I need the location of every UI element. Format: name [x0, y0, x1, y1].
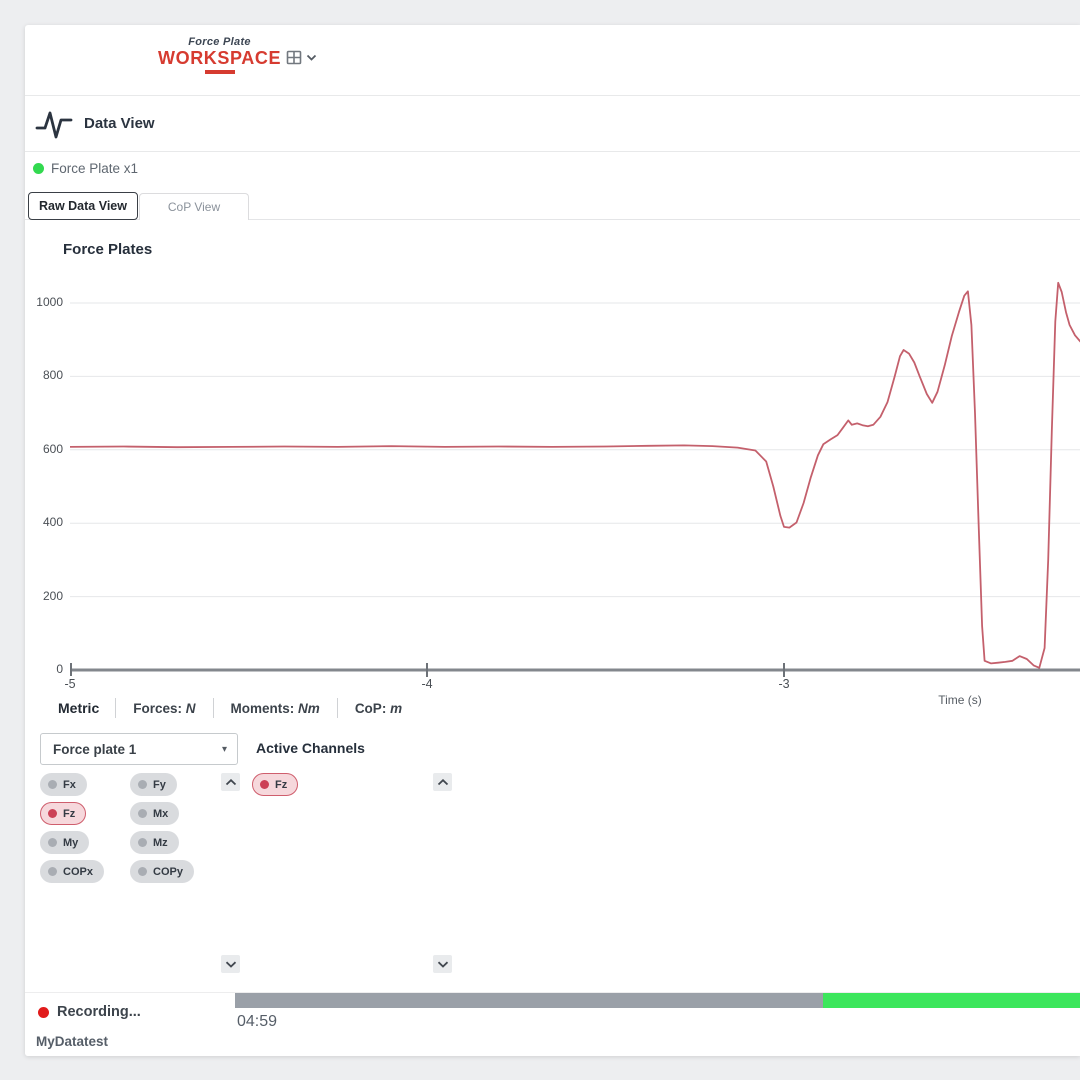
channel-dot-icon — [48, 838, 57, 847]
x-tick-label: -3 — [764, 677, 804, 691]
channel-dot-icon — [48, 780, 57, 789]
recording-label: Recording... — [57, 1004, 141, 1020]
channel-dot-icon — [138, 809, 147, 818]
channel-chip-label: COPx — [63, 866, 93, 878]
metric-cop: CoP: m — [338, 701, 419, 716]
channel-chip-label: Mx — [153, 808, 168, 820]
channel-dot-icon — [48, 867, 57, 876]
view-tabs: Raw Data View CoP View — [28, 192, 249, 220]
metric-moments: Moments: Nm — [214, 701, 337, 716]
app-logo: Force Plate WORKSPACE — [158, 36, 317, 74]
logo-title: WORKSPACE — [158, 48, 281, 68]
channel-chip-copx[interactable]: COPx — [40, 860, 104, 883]
metric-bar-title: Metric — [55, 700, 115, 716]
y-tick-label: 200 — [29, 589, 63, 603]
app-window: Force Plate WORKSPACE Data View — [25, 25, 1080, 1056]
recording-time: 04:59 — [237, 1013, 277, 1031]
x-tick-label: -4 — [407, 677, 447, 691]
recording-dot-icon — [38, 1007, 49, 1018]
active-channels-scroll-up-button[interactable] — [433, 773, 452, 791]
channel-chip-fx[interactable]: Fx — [40, 773, 87, 796]
progress-remaining — [823, 993, 1080, 1008]
y-tick-label: 1000 — [29, 295, 63, 309]
channels-scroll-up-button[interactable] — [221, 773, 240, 791]
channel-list: Fx Fy Fz Mx My Mz COPx COPy — [40, 773, 194, 889]
progress-elapsed — [235, 993, 823, 1008]
active-channels-scroll-down-button[interactable] — [433, 955, 452, 973]
status-dot-icon — [33, 163, 44, 174]
dataset-name: MyDatatest — [36, 1034, 108, 1049]
active-channels-title: Active Channels — [256, 740, 365, 756]
force-plate-select-value: Force plate 1 — [53, 742, 222, 757]
channel-chip-fz[interactable]: Fz — [40, 802, 86, 825]
channel-chip-label: Fy — [153, 779, 166, 791]
device-status: Force Plate x1 — [33, 156, 138, 180]
x-tick-label: -5 — [50, 677, 90, 691]
channel-chip-label: Fz — [275, 779, 287, 791]
dataview-bar: Data View — [25, 96, 1080, 152]
force-plate-select[interactable]: Force plate 1 ▾ — [40, 733, 238, 765]
page-title: Data View — [84, 115, 155, 132]
channel-chip-label: Fz — [63, 808, 75, 820]
pulse-waveform-icon — [33, 104, 75, 144]
logo-underline — [205, 70, 235, 74]
channels-scroll-down-button[interactable] — [221, 955, 240, 973]
channel-dot-icon — [138, 780, 147, 789]
tab-cop-view[interactable]: CoP View — [139, 193, 249, 220]
recording-progress — [235, 993, 1080, 1008]
select-caret-icon: ▾ — [222, 744, 227, 755]
chart-title: Force Plates — [63, 241, 152, 258]
chevron-down-icon[interactable] — [306, 54, 317, 61]
y-tick-label: 800 — [29, 368, 63, 382]
channel-dot-icon — [138, 838, 147, 847]
metric-forces: Forces: N — [116, 701, 212, 716]
y-tick-label: 600 — [29, 442, 63, 456]
x-axis-title: Time (s) — [905, 693, 1015, 707]
logo-subtitle: Force Plate — [188, 36, 251, 48]
channel-chip-label: Mz — [153, 837, 168, 849]
channel-chip-fy[interactable]: Fy — [130, 773, 177, 796]
channel-chip-my[interactable]: My — [40, 831, 89, 854]
channel-chip-fz[interactable]: Fz — [252, 773, 298, 796]
app-header: Force Plate WORKSPACE — [25, 25, 1080, 96]
channel-chip-label: Fx — [63, 779, 76, 791]
status-label: Force Plate x1 — [51, 161, 138, 176]
channel-chip-label: COPy — [153, 866, 183, 878]
y-tick-label: 400 — [29, 515, 63, 529]
grid-icon[interactable] — [286, 50, 302, 65]
channel-dot-icon — [260, 780, 269, 789]
y-tick-label: 0 — [29, 662, 63, 676]
active-channel-list: Fz — [252, 773, 298, 796]
channel-chip-mz[interactable]: Mz — [130, 831, 179, 854]
tab-raw-data-view[interactable]: Raw Data View — [28, 192, 138, 220]
channel-chip-mx[interactable]: Mx — [130, 802, 179, 825]
channel-dot-icon — [138, 867, 147, 876]
recording-bar: Recording... 04:59 MyDatatest — [25, 992, 1080, 1056]
channel-chip-label: My — [63, 837, 78, 849]
metric-bar: Metric Forces: N Moments: Nm CoP: m — [55, 696, 419, 720]
channel-dot-icon — [48, 809, 57, 818]
force-plot — [25, 25, 1080, 1056]
channel-chip-copy[interactable]: COPy — [130, 860, 194, 883]
